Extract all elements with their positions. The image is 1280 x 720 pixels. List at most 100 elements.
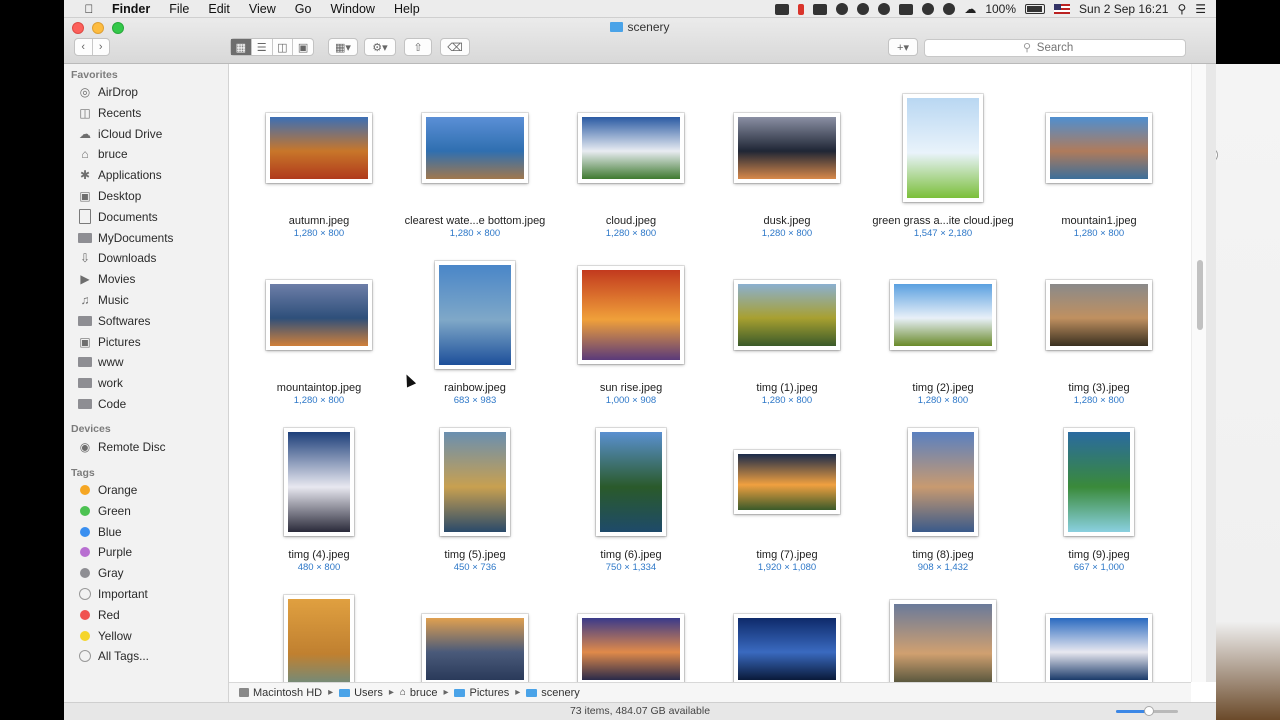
image-thumbnail[interactable] bbox=[435, 261, 515, 369]
new-item-button[interactable]: +▾ bbox=[888, 38, 918, 56]
parallels-icon[interactable] bbox=[798, 3, 805, 15]
file-item[interactable]: cloud.jpeg 1,280 × 800 bbox=[556, 82, 706, 242]
file-item[interactable]: timg (8).jpeg 908 × 1,432 bbox=[868, 416, 1018, 576]
image-thumbnail[interactable] bbox=[903, 94, 983, 202]
file-name[interactable]: timg (7).jpeg bbox=[712, 549, 862, 561]
file-item[interactable] bbox=[556, 583, 706, 682]
path-macintosh-hd[interactable]: Macintosh HD bbox=[239, 687, 322, 699]
file-item[interactable] bbox=[868, 583, 1018, 682]
image-thumbnail[interactable] bbox=[596, 428, 666, 536]
file-item[interactable]: timg (1).jpeg 1,280 × 800 bbox=[712, 249, 862, 409]
menu-window[interactable]: Window bbox=[330, 2, 374, 16]
cloud-status-icon[interactable] bbox=[922, 3, 935, 15]
sidebar-tag-blue[interactable]: Blue bbox=[78, 523, 122, 541]
file-item[interactable]: mountain1.jpeg 1,280 × 800 bbox=[1024, 82, 1174, 242]
sidebar-item-bruce[interactable]: ⌂ bruce bbox=[78, 145, 127, 163]
sidebar-tag-purple[interactable]: Purple bbox=[78, 543, 132, 561]
path-pictures[interactable]: Pictures bbox=[454, 687, 509, 699]
image-thumbnail[interactable] bbox=[422, 614, 528, 682]
search-field[interactable]: ⚲ bbox=[924, 39, 1186, 57]
sidebar-tag-yellow[interactable]: Yellow bbox=[78, 627, 132, 645]
file-item[interactable]: sun rise.jpeg 1,000 × 908 bbox=[556, 249, 706, 409]
path-bruce[interactable]: ⌂ bruce bbox=[400, 687, 438, 699]
sidebar-item-softwares[interactable]: Softwares bbox=[78, 312, 150, 330]
sidebar-tag-important[interactable]: Important bbox=[78, 585, 148, 603]
image-thumbnail[interactable] bbox=[734, 280, 840, 350]
edit-tags-button[interactable]: ⌫ bbox=[440, 38, 470, 56]
sidebar-tag-orange[interactable]: Orange bbox=[78, 481, 137, 499]
menu-clock[interactable]: Sun 2 Sep 16:21 bbox=[1079, 2, 1168, 16]
sidebar-tag-gray[interactable]: Gray bbox=[78, 564, 124, 582]
sidebar-item-www[interactable]: www bbox=[78, 353, 124, 371]
sidebar-item-mydocuments[interactable]: MyDocuments bbox=[78, 229, 173, 247]
sidebar-item-documents[interactable]: Documents bbox=[78, 208, 158, 226]
file-name[interactable]: autumn.jpeg bbox=[244, 215, 394, 227]
menu-help[interactable]: Help bbox=[394, 2, 420, 16]
file-name[interactable]: clearest wate...e bottom.jpeg bbox=[400, 215, 550, 227]
gallery-view-button[interactable]: ▣ bbox=[293, 39, 313, 55]
file-name[interactable]: timg (6).jpeg bbox=[556, 549, 706, 561]
file-item[interactable]: rainbow.jpeg 683 × 983 bbox=[400, 249, 550, 409]
clock-icon[interactable] bbox=[857, 3, 870, 15]
image-thumbnail[interactable] bbox=[284, 428, 354, 536]
input-source-flag-icon[interactable] bbox=[1054, 4, 1071, 14]
vertical-scrollbar[interactable] bbox=[1191, 64, 1206, 682]
file-name[interactable]: mountaintop.jpeg bbox=[244, 382, 394, 394]
image-thumbnail[interactable] bbox=[1046, 614, 1152, 682]
file-name[interactable]: timg (8).jpeg bbox=[868, 549, 1018, 561]
file-name[interactable]: timg (1).jpeg bbox=[712, 382, 862, 394]
file-name[interactable]: mountain1.jpeg bbox=[1024, 215, 1174, 227]
back-button[interactable]: ‹ bbox=[75, 39, 93, 55]
group-by-button[interactable]: ▦▾ bbox=[328, 38, 358, 56]
file-item[interactable] bbox=[1024, 583, 1174, 682]
image-thumbnail[interactable] bbox=[1064, 428, 1134, 536]
sidebar-tag-red[interactable]: Red bbox=[78, 606, 120, 624]
action-menu-button[interactable]: ⚙▾ bbox=[364, 38, 396, 56]
file-item[interactable]: mountaintop.jpeg 1,280 × 800 bbox=[244, 249, 394, 409]
image-thumbnail[interactable] bbox=[578, 113, 684, 183]
menu-app-name[interactable]: Finder bbox=[112, 2, 150, 16]
sidebar-item-recents[interactable]: ◫ Recents bbox=[78, 104, 141, 122]
menu-view[interactable]: View bbox=[249, 2, 276, 16]
icon-view-button[interactable]: ▦ bbox=[231, 39, 252, 55]
file-name[interactable]: timg (4).jpeg bbox=[244, 549, 394, 561]
image-thumbnail[interactable] bbox=[908, 428, 978, 536]
column-view-button[interactable]: ◫ bbox=[273, 39, 294, 55]
sidebar-tag-all-tags[interactable]: All Tags... bbox=[78, 647, 149, 665]
path-scenery[interactable]: scenery bbox=[526, 687, 580, 699]
sidebar-tag-green[interactable]: Green bbox=[78, 502, 131, 520]
image-thumbnail[interactable] bbox=[1046, 113, 1152, 183]
image-thumbnail[interactable] bbox=[578, 266, 684, 364]
file-name[interactable]: rainbow.jpeg bbox=[400, 382, 550, 394]
file-item[interactable]: autumn.jpeg 1,280 × 800 bbox=[244, 82, 394, 242]
share-button[interactable]: ⇧ bbox=[404, 38, 432, 56]
scrollbar-thumb[interactable] bbox=[1197, 260, 1203, 330]
sidebar-item-music[interactable]: ♫ Music bbox=[78, 291, 129, 309]
screen-record-icon[interactable] bbox=[775, 3, 790, 15]
sidebar-item-desktop[interactable]: ▣ Desktop bbox=[78, 187, 141, 205]
file-item[interactable] bbox=[712, 583, 862, 682]
file-item[interactable]: green grass a...ite cloud.jpeg 1,547 × 2,… bbox=[868, 82, 1018, 242]
wifi-icon[interactable]: ☁ bbox=[964, 2, 976, 16]
file-item[interactable]: timg (4).jpeg 480 × 800 bbox=[244, 416, 394, 576]
app-status-icon[interactable] bbox=[813, 3, 828, 15]
sidebar-item-movies[interactable]: ▶ Movies bbox=[78, 270, 135, 288]
image-thumbnail[interactable] bbox=[440, 428, 510, 536]
file-item[interactable] bbox=[400, 583, 550, 682]
list-view-button[interactable]: ☰ bbox=[252, 39, 273, 55]
menu-go[interactable]: Go bbox=[295, 2, 312, 16]
file-item[interactable]: dusk.jpeg 1,280 × 800 bbox=[712, 82, 862, 242]
image-thumbnail[interactable] bbox=[578, 614, 684, 682]
slider-knob[interactable] bbox=[1144, 706, 1154, 716]
image-thumbnail[interactable] bbox=[266, 280, 372, 350]
file-name[interactable]: green grass a...ite cloud.jpeg bbox=[868, 215, 1018, 227]
apple-menu-icon[interactable]:  bbox=[80, 2, 98, 16]
battery-icon[interactable] bbox=[1025, 4, 1046, 14]
image-thumbnail[interactable] bbox=[266, 113, 372, 183]
image-thumbnail[interactable] bbox=[284, 595, 354, 682]
file-name[interactable]: timg (9).jpeg bbox=[1024, 549, 1174, 561]
bluetooth-icon[interactable] bbox=[943, 3, 956, 15]
file-item[interactable]: timg (6).jpeg 750 × 1,334 bbox=[556, 416, 706, 576]
file-item[interactable]: clearest wate...e bottom.jpeg 1,280 × 800 bbox=[400, 82, 550, 242]
search-input[interactable] bbox=[925, 40, 1185, 56]
